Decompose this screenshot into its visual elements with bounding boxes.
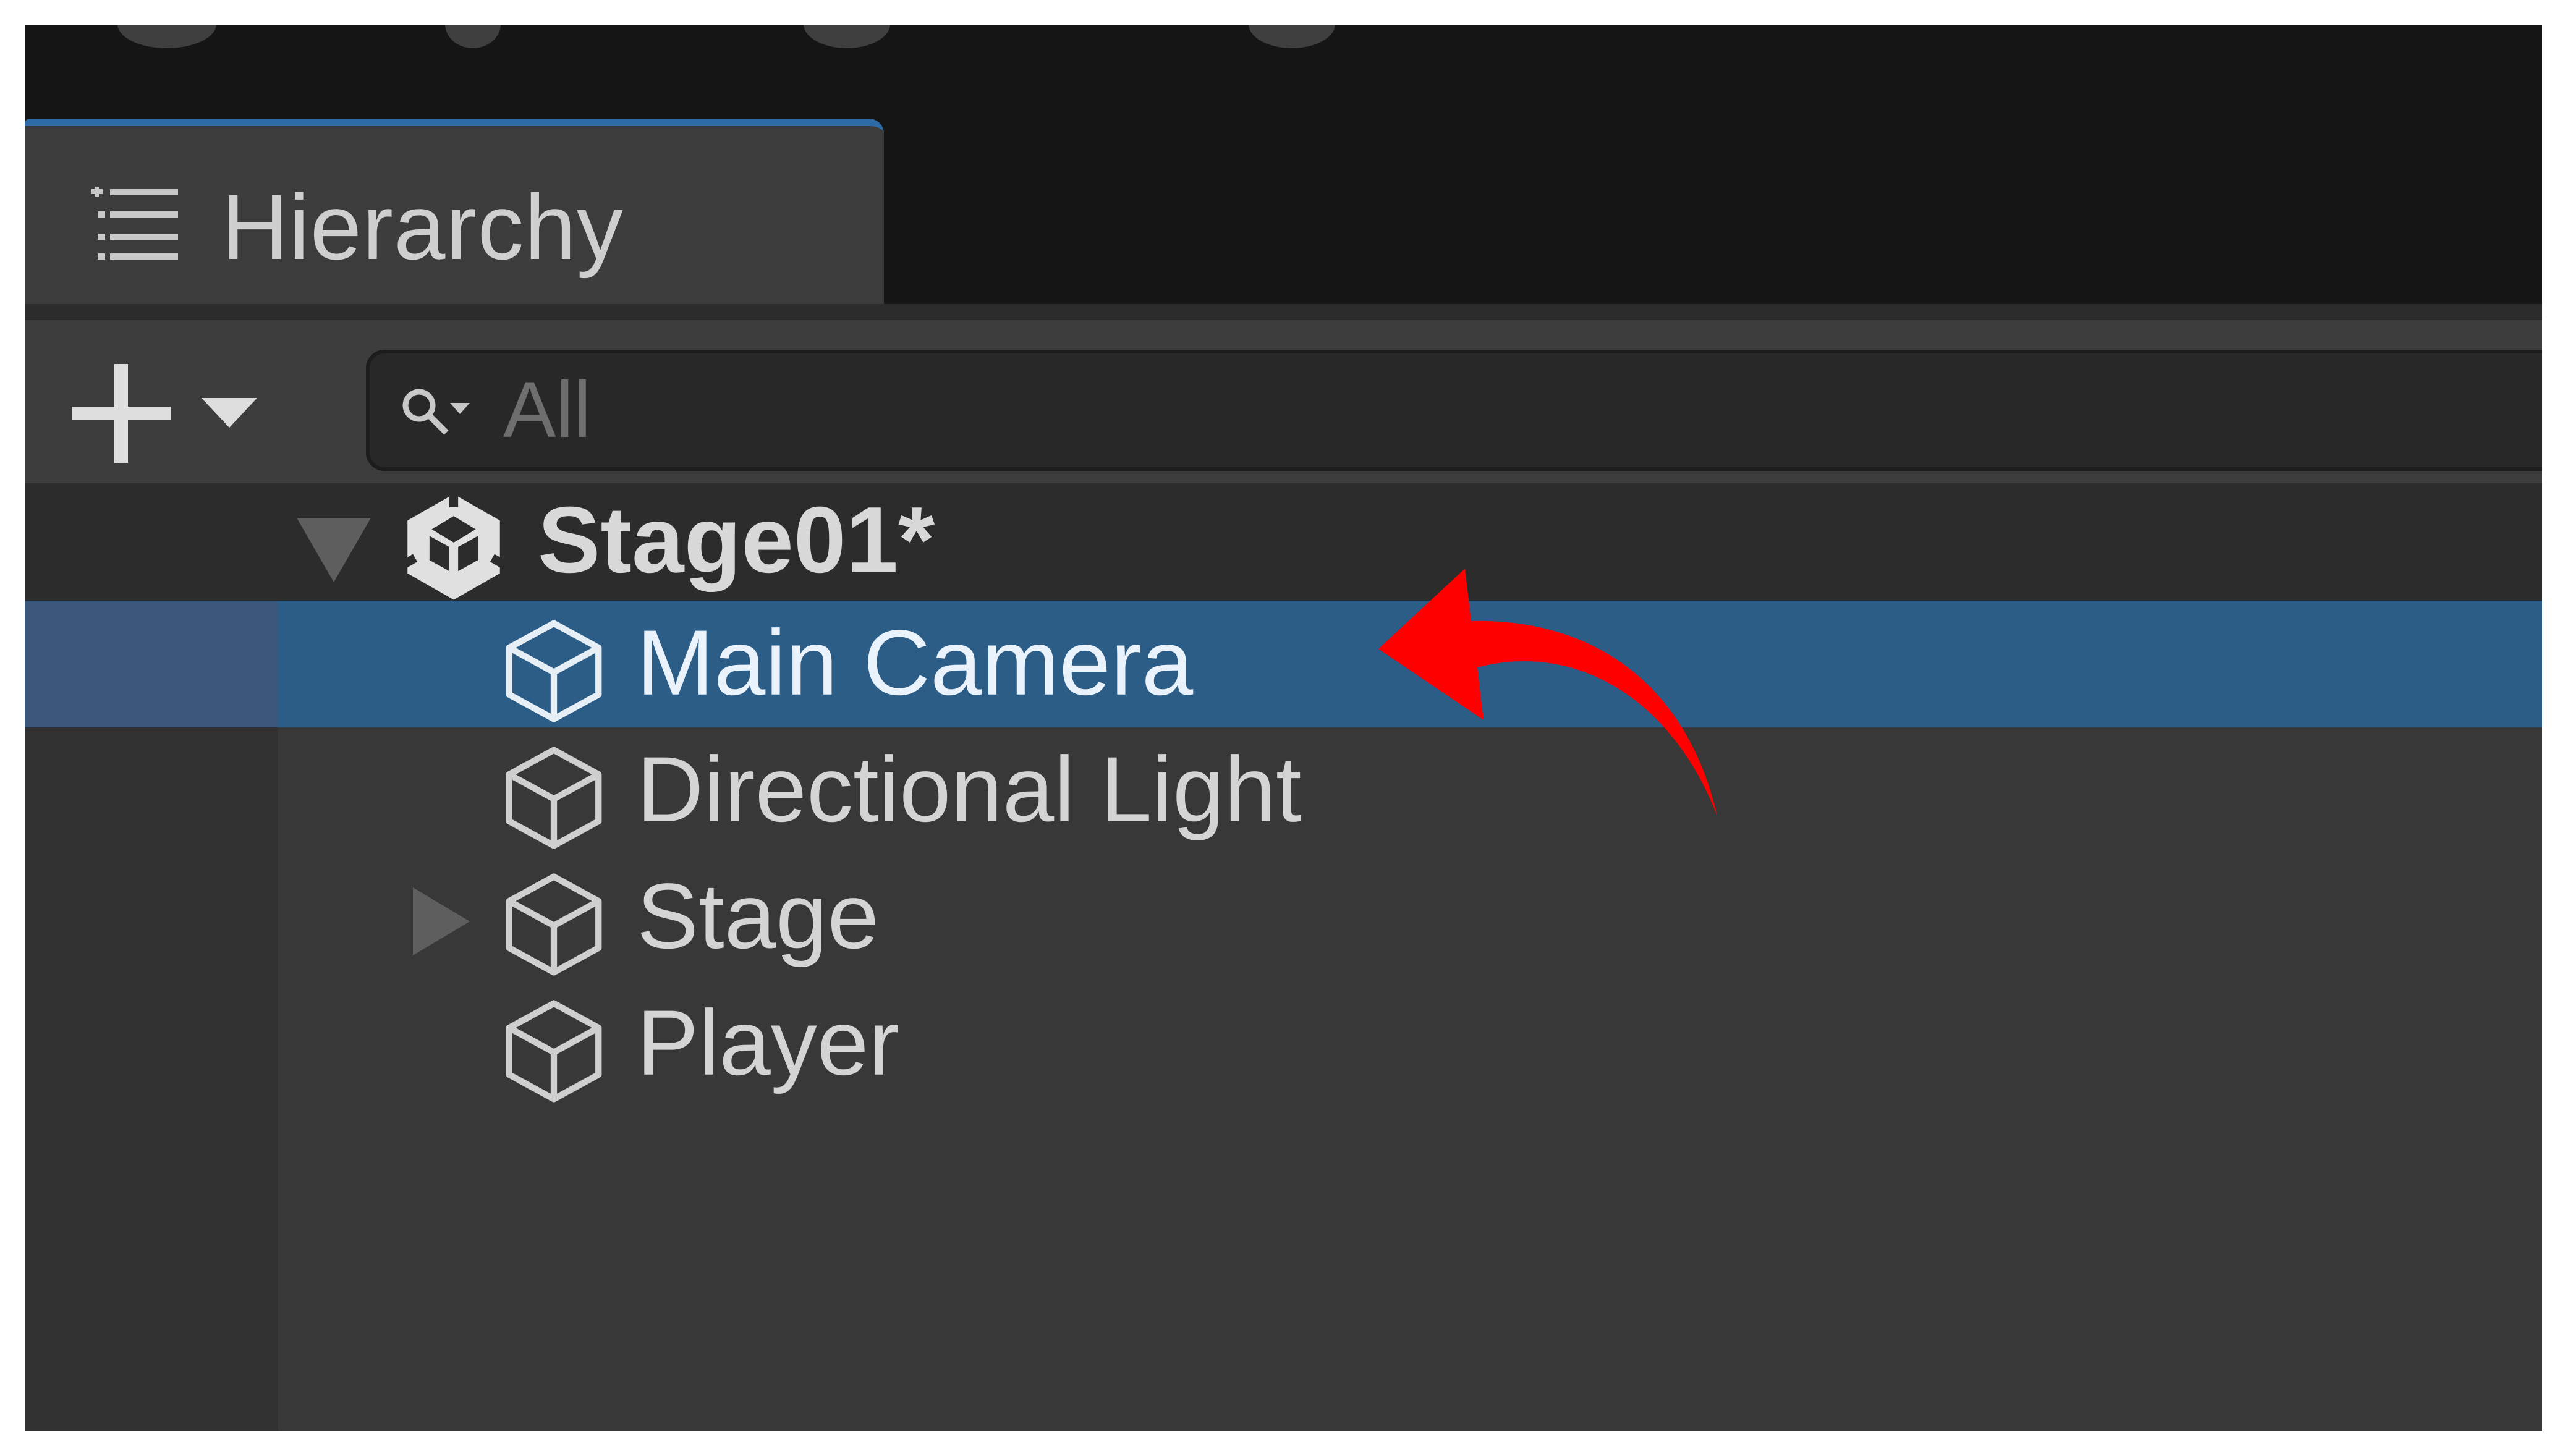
item-label: Player bbox=[637, 990, 900, 1094]
hierarchy-window: Hierarchy All Stage01* Main Camera Direc… bbox=[25, 25, 2542, 1431]
caret-down-icon bbox=[202, 398, 257, 428]
tab-title: Hierarchy bbox=[221, 175, 624, 279]
hierarchy-item-main-camera[interactable]: Main Camera bbox=[25, 601, 2542, 727]
selection-gutter bbox=[25, 601, 278, 727]
gameobject-cube-icon bbox=[506, 747, 602, 849]
gameobject-cube-icon bbox=[506, 1000, 602, 1103]
gameobject-cube-icon bbox=[506, 620, 602, 722]
item-label: Directional Light bbox=[637, 737, 1302, 841]
item-label: Main Camera bbox=[637, 610, 1194, 714]
search-dropdown-icon bbox=[402, 389, 470, 435]
tab-hierarchy[interactable]: Hierarchy bbox=[25, 119, 884, 304]
hierarchy-tree: Stage01* Main Camera Directional Light S… bbox=[25, 483, 2542, 1431]
unity-scene-icon bbox=[399, 492, 509, 600]
item-label: Stage bbox=[637, 863, 879, 968]
plus-icon bbox=[72, 364, 257, 463]
hierarchy-item-directional-light[interactable]: Directional Light bbox=[25, 727, 2542, 854]
expand-triangle-icon[interactable] bbox=[297, 518, 371, 582]
hierarchy-list-icon bbox=[91, 187, 178, 260]
hierarchy-item-stage[interactable]: Stage bbox=[25, 854, 2542, 981]
toolbar-icon-fragment bbox=[1249, 25, 1335, 48]
search-input[interactable] bbox=[503, 370, 1863, 450]
editor-top-bar: Hierarchy bbox=[25, 25, 2542, 304]
create-button[interactable] bbox=[72, 361, 307, 466]
scene-name: Stage01* bbox=[538, 487, 935, 593]
gameobject-cube-icon bbox=[506, 873, 602, 976]
collapse-triangle-icon[interactable] bbox=[408, 887, 476, 955]
toolbar-icon-fragment bbox=[117, 25, 216, 48]
search-field[interactable] bbox=[366, 350, 2542, 471]
scene-row[interactable]: Stage01* bbox=[25, 483, 2542, 601]
hierarchy-toolbar bbox=[25, 304, 2542, 483]
toolbar-icon-fragment bbox=[804, 25, 890, 48]
hierarchy-item-player[interactable]: Player bbox=[25, 981, 2542, 1107]
toolbar-icon-fragment bbox=[445, 25, 501, 48]
